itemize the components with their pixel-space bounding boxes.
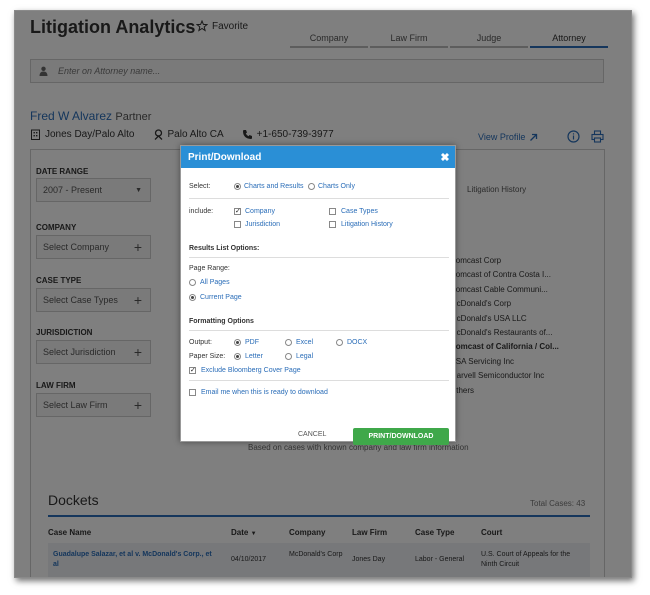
divider bbox=[189, 330, 449, 331]
divider bbox=[189, 380, 449, 381]
radio-all-pages[interactable] bbox=[189, 279, 196, 286]
checkbox-jurisdiction[interactable] bbox=[234, 221, 241, 228]
option-pdf[interactable]: PDF bbox=[245, 339, 259, 346]
page-range-label: Page Range: bbox=[189, 265, 230, 272]
radio-pdf[interactable] bbox=[234, 339, 241, 346]
checkbox-company[interactable]: ✓ bbox=[234, 208, 241, 215]
option-docx[interactable]: DOCX bbox=[347, 339, 367, 346]
radio-docx[interactable] bbox=[336, 339, 343, 346]
radio-excel[interactable] bbox=[285, 339, 292, 346]
print-download-button[interactable]: PRINT/DOWNLOAD bbox=[353, 428, 449, 445]
include-litigation-history[interactable]: Litigation History bbox=[341, 221, 393, 228]
option-charts-only[interactable]: Charts Only bbox=[318, 183, 355, 190]
formatting-options-heading: Formatting Options bbox=[189, 318, 254, 325]
option-charts-and-results[interactable]: Charts and Results bbox=[244, 183, 304, 190]
checkbox-exclude-cover[interactable]: ✓ bbox=[189, 367, 196, 374]
cancel-button[interactable]: CANCEL bbox=[298, 431, 326, 438]
radio-letter[interactable] bbox=[234, 353, 241, 360]
select-label: Select: bbox=[189, 183, 211, 190]
app-window: Litigation Analytics Favorite Company La… bbox=[14, 10, 632, 578]
option-current-page[interactable]: Current Page bbox=[200, 294, 242, 301]
print-download-dialog: Print/Download ✖ Select: Charts and Resu… bbox=[180, 145, 456, 445]
option-legal[interactable]: Legal bbox=[296, 353, 313, 360]
option-all-pages[interactable]: All Pages bbox=[200, 279, 230, 286]
results-options-heading: Results List Options: bbox=[189, 245, 260, 252]
include-company[interactable]: Company bbox=[245, 208, 275, 215]
radio-current-page[interactable] bbox=[189, 294, 196, 301]
radio-legal[interactable] bbox=[285, 353, 292, 360]
include-case-types[interactable]: Case Types bbox=[341, 208, 378, 215]
divider bbox=[189, 257, 449, 258]
divider bbox=[189, 198, 449, 199]
dialog-header: Print/Download ✖ bbox=[181, 146, 455, 168]
dialog-title: Print/Download bbox=[188, 151, 262, 163]
paper-size-label: Paper Size: bbox=[189, 353, 226, 360]
radio-charts-and-results[interactable] bbox=[234, 183, 241, 190]
output-label: Output: bbox=[189, 339, 212, 346]
exclude-cover-label[interactable]: Exclude Bloomberg Cover Page bbox=[201, 367, 301, 374]
email-me-label[interactable]: Email me when this is ready to download bbox=[201, 389, 328, 396]
option-excel[interactable]: Excel bbox=[296, 339, 313, 346]
checkbox-litigation-history[interactable] bbox=[329, 221, 336, 228]
include-label: include: bbox=[189, 208, 214, 215]
include-jurisdiction[interactable]: Jurisdiction bbox=[245, 221, 280, 228]
option-letter[interactable]: Letter bbox=[245, 353, 263, 360]
radio-charts-only[interactable] bbox=[308, 183, 315, 190]
checkbox-email-me[interactable] bbox=[189, 389, 196, 396]
checkbox-case-types[interactable] bbox=[329, 208, 336, 215]
close-icon[interactable]: ✖ bbox=[435, 151, 455, 164]
